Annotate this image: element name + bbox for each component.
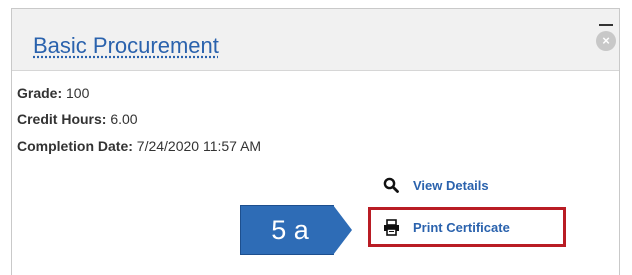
grade-field: Grade: 100 xyxy=(17,84,89,102)
completion-date-field: Completion Date: 7/24/2020 11:57 AM xyxy=(17,137,261,155)
course-title-link[interactable]: Basic Procurement xyxy=(33,35,219,57)
magnifier-icon xyxy=(382,176,400,194)
print-certificate-label: Print Certificate xyxy=(413,219,510,235)
credit-hours-label: Credit Hours: xyxy=(17,111,107,127)
view-details-button[interactable]: View Details xyxy=(382,176,489,194)
close-icon[interactable]: × xyxy=(596,31,616,51)
callout-label: 5 a xyxy=(271,215,309,245)
completion-date-label: Completion Date: xyxy=(17,138,133,154)
print-certificate-button[interactable]: Print Certificate xyxy=(382,218,510,236)
printer-icon xyxy=(382,218,400,236)
grade-label: Grade: xyxy=(17,85,63,101)
drag-handle-bar xyxy=(599,24,613,26)
grade-value: 100 xyxy=(66,85,90,101)
credit-hours-field: Credit Hours: 6.00 xyxy=(17,110,138,128)
card-header: Basic Procurement × xyxy=(12,9,619,71)
view-details-label: View Details xyxy=(413,177,489,193)
step-callout: 5 a xyxy=(240,205,352,255)
credit-hours-value: 6.00 xyxy=(110,111,138,127)
completion-date-value: 7/24/2020 11:57 AM xyxy=(136,138,262,154)
